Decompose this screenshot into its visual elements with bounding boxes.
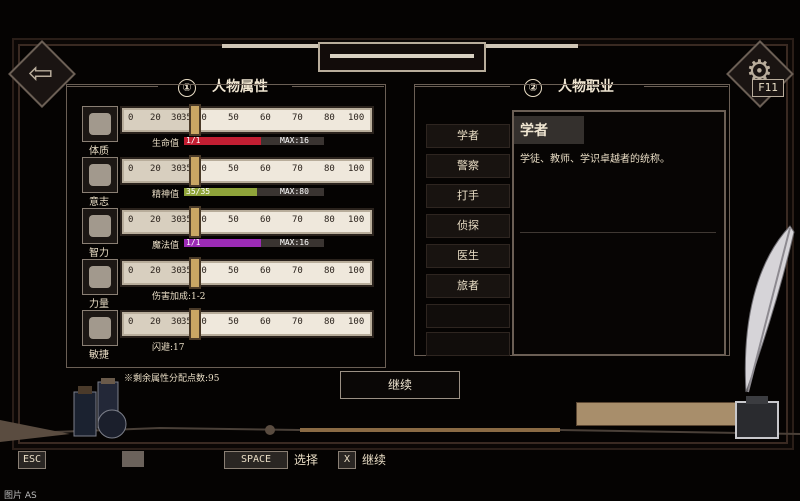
resource-bar-label: 精神值 [152,190,180,200]
ruler-tick-label: 50 [228,215,239,225]
inkwell-decoration [735,396,779,439]
class-detail-title: 学者 [520,123,548,139]
resource-bar-max: MAX:80 [280,187,309,196]
resource-bar-max: MAX:16 [280,238,309,247]
class-item[interactable]: 医生 [426,244,510,268]
ruler-tick-label: 80 [324,113,335,123]
ruler-tick-label: 0 [128,113,134,123]
ruler-tick-label: 50 [228,317,239,327]
ruler-tick-label: 100 [348,215,365,225]
will-icon [82,157,118,193]
ruler-decoration [576,402,738,426]
class-detail-divider [520,232,716,233]
stat-name: 力量 [89,299,109,310]
class-item[interactable]: 警察 [426,154,510,178]
resource-bar-label: 生命值 [152,139,180,149]
stat-slider[interactable]: 0 20 30 35 40 50 60 70 80 100 [122,206,372,238]
ruler-tick-label: 60 [260,113,271,123]
remaining-points-text: ※剩余属性分配点数:95 [124,374,220,384]
class-detail-panel [512,110,726,356]
resource-bar-label: 魔法值 [152,241,180,251]
ruler-tick-label: 100 [348,113,365,123]
ruler-tick-label: 70 [292,113,303,123]
intellect-icon [82,208,118,244]
ruler-tick-label: 50 [228,164,239,174]
slider-knob[interactable] [188,206,201,238]
resource-bar: 35/35 MAX:80 [184,187,324,196]
space-key[interactable]: SPACE [224,451,288,469]
bottle-icon [122,451,144,467]
esc-key[interactable]: ESC [18,451,46,469]
stat-derived-text: 伤害加成:1-2 [152,292,206,302]
ruler-tick-label: 80 [324,215,335,225]
ruler-tick-label: 20 [150,164,161,174]
stat-name: 意志 [89,197,109,208]
back-arrow-icon: ⇦ [28,56,54,91]
ruler-tick-label: 0 [128,215,134,225]
ruler-tick-label: 70 [292,215,303,225]
ruler-tick-label: 70 [292,164,303,174]
resource-bar-max: MAX:16 [280,136,309,145]
resource-bar-value: 1/1 [186,136,201,145]
ruler-tick-label: 60 [260,164,271,174]
class-item-empty [426,332,510,356]
x-key[interactable]: X [338,451,356,469]
stat-name: 智力 [89,248,109,259]
stat-slider[interactable]: 0 20 30 35 40 50 60 70 80 100 [122,155,372,187]
ruler-tick-label: 0 [128,266,134,276]
ruler-tick-label: 20 [150,113,161,123]
ruler-tick-label: 80 [324,266,335,276]
stat-slider[interactable]: 0 20 30 35 40 50 60 70 80 100 [122,104,372,136]
ruler-tick-label: 80 [324,164,335,174]
stat-slider[interactable]: 0 20 30 35 40 50 60 70 80 100 [122,308,372,340]
resource-bar-value: 35/35 [186,187,211,196]
ruler-tick-label: 60 [260,266,271,276]
agility-icon [82,310,118,346]
ruler-tick-label: 20 [150,266,161,276]
class-item[interactable]: 打手 [426,184,510,208]
quill-decoration [744,225,795,393]
ruler-tick-label: 20 [150,215,161,225]
class-item-empty [426,304,510,328]
class-item[interactable]: 学者 [426,124,510,148]
ruler-tick-label: 50 [228,113,239,123]
class-detail-description: 学徒、教师、学识卓越者的统称。 [520,154,670,165]
resource-bar-value: 1/1 [186,238,201,247]
continue-hint-label: 继续 [362,453,387,467]
class-item[interactable]: 侦探 [426,214,510,238]
strength-icon [82,259,118,295]
ruler-tick-label: 60 [260,215,271,225]
ruler-tick-label: 100 [348,317,365,327]
ruler-tick-label: 60 [260,317,271,327]
stat-slider[interactable]: 0 20 30 35 40 50 60 70 80 100 [122,257,372,289]
ruler-tick-label: 100 [348,164,365,174]
ink-bottles-decoration [73,378,127,439]
ruler-tick-label: 70 [292,317,303,327]
ruler-tick-label: 0 [128,164,134,174]
slider-knob[interactable] [188,155,201,187]
resource-bar: 1/1 MAX:16 [184,238,324,247]
slider-knob[interactable] [188,257,201,289]
stat-name: 体质 [89,146,109,157]
continue-button[interactable]: 继续 [340,371,460,399]
slider-knob[interactable] [188,104,201,136]
frame-top-plate [318,42,486,72]
select-hint-label: 选择 [294,453,319,467]
watermark-text: 图片 AS [4,491,37,501]
class-item[interactable]: 旅者 [426,274,510,298]
ruler-tick-label: 20 [150,317,161,327]
ruler-tick-label: 50 [228,266,239,276]
stat-name: 敏捷 [89,350,109,361]
stat-derived-text: 闪避:17 [152,343,185,353]
ruler-tick-label: 80 [324,317,335,327]
body-icon [82,106,118,142]
f11-key-label: F11 [752,79,784,97]
ruler-tick-label: 70 [292,266,303,276]
ruler-tick-label: 0 [128,317,134,327]
ruler-tick-label: 100 [348,266,365,276]
slider-knob[interactable] [188,308,201,340]
resource-bar: 1/1 MAX:16 [184,136,324,145]
